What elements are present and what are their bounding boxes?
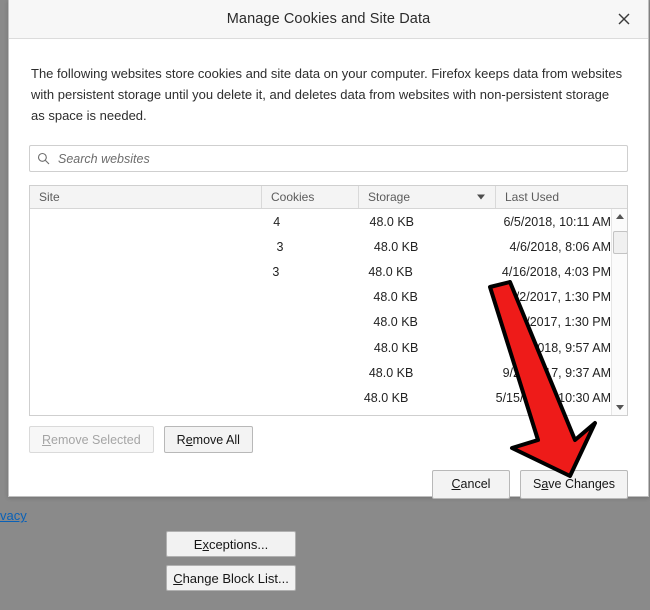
cell-last-used: 4/6/2018, 8:06 AM (509, 239, 611, 254)
table-row[interactable]: 4 48.0 KB 6/5/2018, 10:11 AM (30, 209, 611, 234)
table-vertical-scrollbar[interactable] (611, 209, 627, 415)
scrollbar-thumb[interactable] (613, 231, 627, 254)
table-scroll-area: 4 48.0 KB 6/5/2018, 10:11 AM 3 48.0 KB 4/6/20… (30, 209, 627, 415)
cell-cookies: 3 (276, 239, 284, 254)
table-row[interactable]: 48.0 KB 9/25/2017, 9:37 AM (30, 360, 611, 385)
dialog-titlebar: Manage Cookies and Site Data (9, 0, 648, 39)
dialog-body: The following websites store cookies and… (9, 39, 648, 453)
scrollbar-track[interactable] (612, 224, 627, 400)
remove-selected-label: Remove Selected (42, 432, 141, 447)
search-field[interactable] (29, 145, 628, 172)
table-header-row: Site Cookies Storage Last Used (30, 186, 627, 209)
cell-storage: 48.0 KB (363, 390, 409, 405)
cell-last-used: 3/2/2017, 1:30 PM (508, 315, 611, 330)
column-header-cookies-label: Cookies (271, 190, 315, 204)
cell-last-used: 4/16/2018, 4:03 PM (501, 264, 611, 279)
sort-descending-icon (477, 194, 485, 200)
scroll-down-arrow-icon[interactable] (612, 400, 627, 415)
dialog-footer: Cancel Save Changes (9, 453, 648, 515)
cancel-button[interactable]: Cancel (431, 469, 510, 499)
table-row[interactable]: 48.0 KB 3/2/2017, 1:30 PM (30, 310, 611, 335)
column-header-storage[interactable]: Storage (358, 186, 495, 208)
cell-storage: 48.0 KB (368, 264, 413, 279)
cancel-button-label: Cancel (451, 477, 491, 491)
save-changes-button[interactable]: Save Changes (519, 469, 628, 499)
cell-cookies: 4 (273, 214, 281, 229)
dialog-title: Manage Cookies and Site Data (226, 11, 431, 27)
cell-storage: 48.0 KB (373, 315, 418, 330)
table-row[interactable]: 3 48.0 KB 4/6/2018, 8:06 AM (30, 234, 611, 259)
table-row[interactable]: 48.0 KB 3/2/2017, 1:30 PM (30, 285, 611, 310)
cell-storage: 48.0 KB (369, 214, 414, 229)
column-header-last-used[interactable]: Last Used (495, 186, 627, 208)
table-row[interactable]: 48.0 KB 6/5/2018, 9:57 AM (30, 335, 611, 360)
cell-last-used: 9/25/2017, 9:37 AM (502, 365, 611, 380)
column-header-storage-label: Storage (368, 190, 411, 204)
cell-cookies: 3 (272, 264, 280, 279)
cell-last-used: 5/15/2018, 10:30 AM (495, 390, 611, 405)
column-header-site[interactable]: Site (30, 186, 261, 208)
exceptions-button-label: Exceptions... (193, 536, 269, 552)
search-input[interactable] (56, 145, 620, 172)
cell-last-used: 6/5/2018, 9:57 AM (509, 340, 611, 355)
remove-all-label: Remove All (176, 432, 240, 447)
remove-selected-button[interactable]: Remove Selected (29, 426, 154, 453)
cell-storage: 48.0 KB (373, 290, 418, 305)
cell-storage: 48.0 KB (373, 340, 419, 355)
table-row[interactable]: 3 48.0 KB 4/16/2018, 4:03 PM (30, 259, 611, 284)
background-button-group: Exceptions... Change Block List... (166, 531, 296, 591)
scroll-up-arrow-icon[interactable] (612, 209, 627, 224)
remove-all-button[interactable]: Remove All (163, 426, 253, 453)
save-changes-button-label: Save Changes (532, 477, 615, 491)
close-icon[interactable] (614, 9, 634, 29)
cell-storage: 48.0 KB (368, 365, 414, 380)
column-header-cookies[interactable]: Cookies (261, 186, 358, 208)
manage-cookies-dialog: Manage Cookies and Site Data The followi… (8, 0, 649, 499)
exceptions-button[interactable]: Exceptions... (166, 531, 296, 557)
change-block-list-accesskey: C (173, 570, 183, 586)
site-data-table: Site Cookies Storage Last Used 4 48.0 KB 6… (29, 185, 628, 416)
table-row[interactable]: 48.0 KB 5/15/2018, 10:30 AM (30, 385, 611, 410)
cell-last-used: 3/2/2017, 1:30 PM (508, 290, 611, 305)
table-body: 4 48.0 KB 6/5/2018, 10:11 AM 3 48.0 KB 4/6/20… (30, 209, 611, 415)
column-header-last-used-label: Last Used (505, 190, 560, 204)
change-block-list-button[interactable]: Change Block List... (166, 565, 296, 591)
change-block-list-button-label: Change Block List... (173, 570, 289, 586)
remove-button-group: Remove Selected Remove All (29, 426, 628, 453)
cell-last-used: 6/5/2018, 10:11 AM (503, 214, 611, 229)
table-row[interactable]: 446/25/2018, 7:14 AM (30, 411, 611, 416)
column-header-site-label: Site (39, 190, 60, 204)
cell-storage: 48.0 KB (373, 239, 419, 254)
dialog-description: The following websites store cookies and… (31, 66, 623, 123)
search-icon (37, 152, 50, 165)
